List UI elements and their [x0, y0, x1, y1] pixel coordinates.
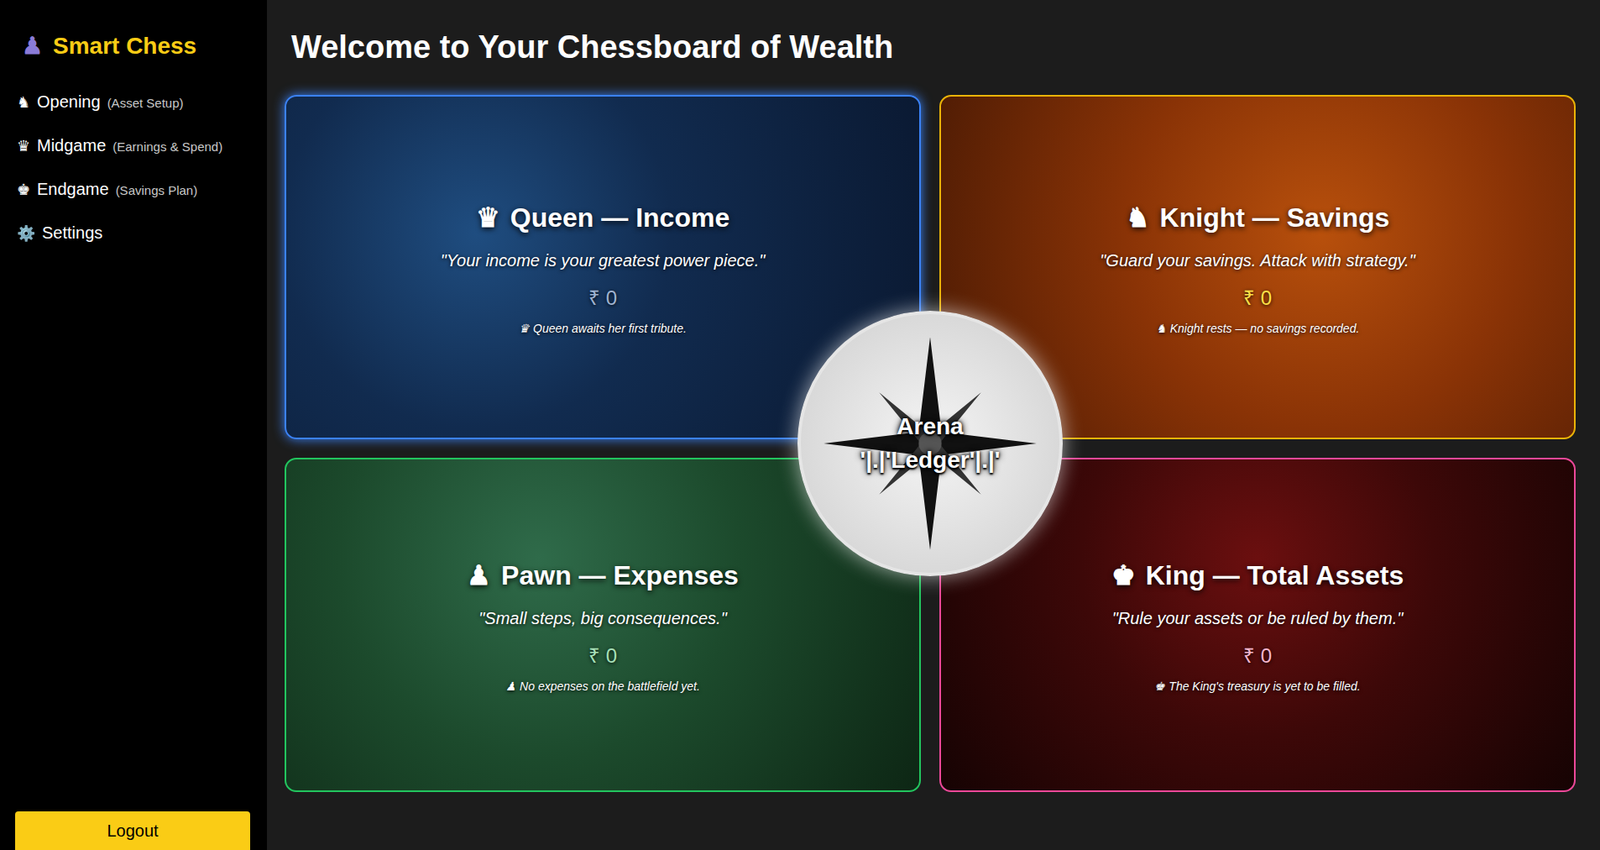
card-title: ♞Knight — Savings: [1125, 197, 1391, 238]
card-grid: ♛Queen — Income "Your income is your grea…: [284, 94, 1576, 792]
chess-piece-icon: ♛: [475, 197, 501, 238]
sidebar: ♟Smart Chess ♞Opening(Asset Setup) ♛Midgam…: [0, 0, 267, 850]
nav-icon: ⚙️: [16, 222, 36, 246]
card-quote: "Small steps, big consequences.": [478, 605, 727, 631]
page-heading: Welcome to Your Chessboard of Wealth: [284, 28, 1576, 66]
sidebar-nav: ♞Opening(Asset Setup) ♛Midgame(Earnings &…: [15, 88, 252, 246]
card-quote: "Your income is your greatest power piec…: [440, 247, 766, 273]
main: Welcome to Your Chessboard of Wealth ♛Que…: [266, 0, 1600, 850]
card-amount: ₹ 0: [588, 282, 617, 314]
chess-piece-icon: ♞: [1125, 197, 1151, 238]
card-note: ♛Queen awaits her first tribute.: [518, 319, 687, 338]
nav-icon: ♚: [16, 178, 31, 202]
chess-piece-icon: ♞: [1155, 319, 1167, 338]
logout-button[interactable]: Logout: [15, 810, 251, 850]
chess-piece-icon: ♟: [466, 554, 492, 596]
chess-piece-icon: ♚: [1154, 677, 1166, 696]
card-amount: ₹ 0: [1243, 282, 1272, 314]
nav-icon: ♛: [16, 135, 31, 158]
brand: ♟Smart Chess: [15, 28, 252, 64]
card-quote: "Rule your assets or be ruled by them.": [1112, 605, 1404, 631]
sidebar-item[interactable]: ⚙️Settings: [16, 219, 252, 246]
card-title: ♛Queen — Income: [475, 197, 730, 238]
card-note: ♚The King's treasury is yet to be filled…: [1154, 677, 1360, 696]
chess-piece-icon: ♚: [1111, 554, 1136, 596]
card-amount: ₹ 0: [588, 640, 617, 671]
chess-piece-icon: ♟: [505, 677, 517, 696]
pawn-icon: ♟: [21, 28, 43, 64]
card-quote: "Guard your savings. Attack with strateg…: [1099, 247, 1415, 273]
arena-ledger-text: Arena'|.|'Ledger'|.|': [860, 409, 1001, 477]
sidebar-item[interactable]: ♛Midgame(Earnings & Spend): [16, 132, 252, 158]
card-amount: ₹ 0: [1243, 640, 1272, 671]
sidebar-item[interactable]: ♞Opening(Asset Setup): [16, 88, 252, 115]
card-title: ♟Pawn — Expenses: [466, 554, 739, 596]
arena-ledger-badge[interactable]: Arena'|.|'Ledger'|.|': [797, 310, 1063, 576]
chess-piece-icon: ♛: [518, 319, 530, 338]
card-note: ♞Knight rests — no savings recorded.: [1155, 319, 1360, 338]
app: ♟Smart Chess ♞Opening(Asset Setup) ♛Midgam…: [0, 0, 1600, 850]
card-title: ♚King — Total Assets: [1111, 554, 1405, 596]
sidebar-item[interactable]: ♚Endgame(Savings Plan): [16, 176, 252, 202]
card-note: ♟No expenses on the battlefield yet.: [505, 677, 701, 696]
compass-star-icon: [800, 313, 1060, 573]
nav-icon: ♞: [16, 91, 31, 115]
